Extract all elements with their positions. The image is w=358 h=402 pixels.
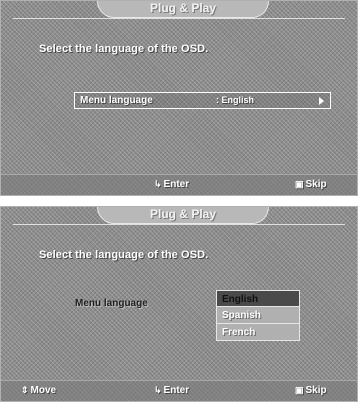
language-option-spanish[interactable]: Spanish	[216, 307, 300, 324]
title-bar: Plug & Play	[1, 1, 357, 19]
enter-label: Enter	[163, 179, 190, 190]
osd-screen-language-field: Plug & Play Select the language of the O…	[0, 0, 358, 196]
title-divider	[13, 18, 345, 19]
screen-title: Plug & Play	[97, 207, 269, 224]
instruction-text: Select the language of the OSD.	[39, 43, 209, 55]
skip-help[interactable]: ▣ Skip	[295, 385, 327, 396]
enter-help[interactable]: ↳ Enter	[154, 385, 189, 396]
instruction-text: Select the language of the OSD.	[39, 249, 209, 261]
skip-icon: ▣	[295, 385, 304, 395]
menu-language-label: Menu language	[75, 298, 148, 309]
skip-icon: ▣	[295, 179, 304, 189]
enter-help[interactable]: ↳ Enter	[154, 179, 189, 190]
osd-screen-language-dropdown: Plug & Play Select the language of the O…	[0, 206, 358, 402]
language-option-french[interactable]: French	[216, 324, 300, 341]
language-option-english[interactable]: English	[216, 290, 300, 307]
help-bar: ↳ Enter ▣ Skip	[1, 174, 357, 195]
updown-arrows-icon: ⇕	[21, 385, 29, 395]
skip-label: Skip	[305, 385, 327, 396]
enter-icon: ↳	[154, 385, 162, 395]
language-dropdown[interactable]: English Spanish French	[216, 290, 300, 341]
menu-language-value: : English	[216, 95, 254, 105]
menu-language-row[interactable]: Menu language : English	[74, 92, 331, 109]
menu-language-label: Menu language	[80, 95, 153, 106]
move-label: Move	[30, 385, 57, 396]
move-help[interactable]: ⇕ Move	[21, 385, 56, 396]
enter-icon: ↳	[154, 179, 162, 189]
enter-label: Enter	[163, 385, 190, 396]
skip-label: Skip	[305, 179, 327, 190]
title-divider	[13, 224, 345, 225]
right-triangle-icon[interactable]	[319, 97, 324, 105]
skip-help[interactable]: ▣ Skip	[295, 179, 327, 190]
screen-title: Plug & Play	[97, 1, 269, 18]
help-bar: ⇕ Move ↳ Enter ▣ Skip	[1, 380, 357, 401]
title-bar: Plug & Play	[1, 207, 357, 225]
